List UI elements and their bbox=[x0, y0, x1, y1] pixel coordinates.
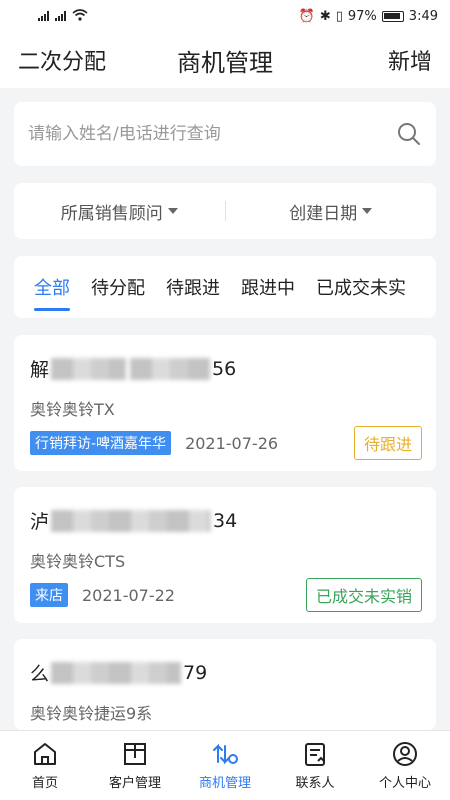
tab-pending[interactable]: 待跟进 bbox=[166, 274, 220, 300]
status-signal-group bbox=[38, 8, 88, 24]
nav-customers[interactable]: 客户管理 bbox=[90, 731, 180, 800]
nav-label: 首页 bbox=[31, 776, 58, 791]
source-tag: 行销拜访-啤酒嘉年华 bbox=[30, 431, 172, 455]
nav-label: 客户管理 bbox=[108, 776, 161, 791]
phone-tail: 56 bbox=[212, 357, 237, 380]
nav-profile[interactable]: 个人中心 bbox=[360, 731, 450, 800]
signal-icon bbox=[38, 11, 49, 21]
wifi-icon bbox=[72, 8, 88, 24]
bottom-nav: 首页 客户管理 商机管理 联系人 个人中心 bbox=[0, 730, 450, 800]
opportunity-card[interactable]: 么 79 奥铃奥铃捷运9系 bbox=[14, 639, 436, 730]
opportunity-card[interactable]: 泸 34 奥铃奥铃CTS 来店 2021-07-22 已成交未实销 bbox=[14, 487, 436, 623]
redacted-blur bbox=[51, 661, 182, 684]
filter-label: 所属销售顾问 bbox=[60, 203, 163, 224]
battery-icon bbox=[381, 10, 404, 22]
redacted-blur bbox=[130, 357, 211, 380]
status-badge: 待跟进 bbox=[353, 426, 422, 460]
customer-name: 解 56 bbox=[30, 355, 236, 382]
phone-tail: 34 bbox=[213, 509, 238, 532]
source-tag: 来店 bbox=[30, 583, 68, 607]
opportunity-card[interactable]: 解 56 奥铃奥铃TX 行销拜访-啤酒嘉年华 2021-07-26 待跟进 bbox=[14, 335, 436, 471]
search-input[interactable] bbox=[28, 124, 358, 144]
tab-unassigned[interactable]: 待分配 bbox=[91, 274, 145, 300]
tab-following[interactable]: 跟进中 bbox=[241, 274, 295, 300]
home-icon bbox=[31, 740, 59, 768]
caret-down-icon bbox=[362, 208, 373, 214]
tab-closed-unsold[interactable]: 已成交未实 bbox=[316, 274, 406, 300]
search-icon[interactable] bbox=[396, 121, 422, 147]
bluetooth-icon: ✱ bbox=[319, 8, 331, 24]
name-visible-part: 泸 bbox=[30, 511, 50, 533]
status-badge: 已成交未实销 bbox=[305, 578, 422, 612]
redacted-blur bbox=[51, 357, 127, 380]
alarm-icon: ⏰ bbox=[298, 8, 315, 24]
nav-opportunities[interactable]: 商机管理 bbox=[180, 731, 270, 800]
filter-sales-advisor[interactable]: 所属销售顾问 bbox=[14, 199, 225, 224]
name-visible-part: 解 bbox=[30, 359, 50, 381]
nav-contacts[interactable]: 联系人 bbox=[270, 731, 360, 800]
create-date: 2021-07-26 bbox=[185, 433, 279, 453]
nav-label: 个人中心 bbox=[378, 776, 431, 791]
create-date: 2021-07-22 bbox=[82, 585, 175, 605]
filter-label: 创建日期 bbox=[289, 203, 358, 224]
vibrate-icon: ▯ bbox=[335, 8, 343, 24]
contact-icon bbox=[301, 740, 329, 768]
profile-icon bbox=[391, 740, 419, 768]
reassign-button[interactable]: 二次分配 bbox=[18, 44, 106, 76]
battery-percent: 97% bbox=[347, 8, 377, 24]
nav-label: 商机管理 bbox=[198, 776, 251, 791]
app-header: 二次分配 商机管理 新增 bbox=[0, 32, 450, 88]
tab-all[interactable]: 全部 bbox=[34, 274, 70, 311]
redacted-blur bbox=[51, 509, 212, 532]
add-button[interactable]: 新增 bbox=[388, 44, 432, 76]
customer-name: 泸 34 bbox=[30, 507, 237, 534]
filter-bar: 所属销售顾问 创建日期 bbox=[14, 183, 436, 239]
company-model: 奥铃奥铃CTS bbox=[30, 552, 126, 571]
name-visible-part: 么 bbox=[30, 663, 50, 685]
status-tabs: 全部 待分配 待跟进 跟进中 已成交未实 bbox=[14, 256, 436, 318]
status-bar: ⏰ ✱ ▯ 97% 3:49 bbox=[0, 0, 450, 32]
status-time: 3:49 bbox=[408, 8, 438, 24]
search-bar bbox=[14, 102, 436, 166]
opportunity-icon bbox=[211, 740, 239, 768]
caret-down-icon bbox=[167, 208, 178, 214]
signal-icon-2 bbox=[55, 11, 66, 21]
page-title: 商机管理 bbox=[177, 48, 273, 77]
company-model: 奥铃奥铃TX bbox=[30, 400, 115, 419]
company-model: 奥铃奥铃捷运9系 bbox=[30, 704, 153, 723]
customer-name: 么 79 bbox=[30, 659, 207, 686]
customer-icon bbox=[121, 740, 149, 768]
phone-tail: 79 bbox=[183, 661, 208, 684]
nav-home[interactable]: 首页 bbox=[0, 731, 90, 800]
filter-created-date[interactable]: 创建日期 bbox=[226, 199, 437, 224]
nav-label: 联系人 bbox=[295, 776, 335, 791]
